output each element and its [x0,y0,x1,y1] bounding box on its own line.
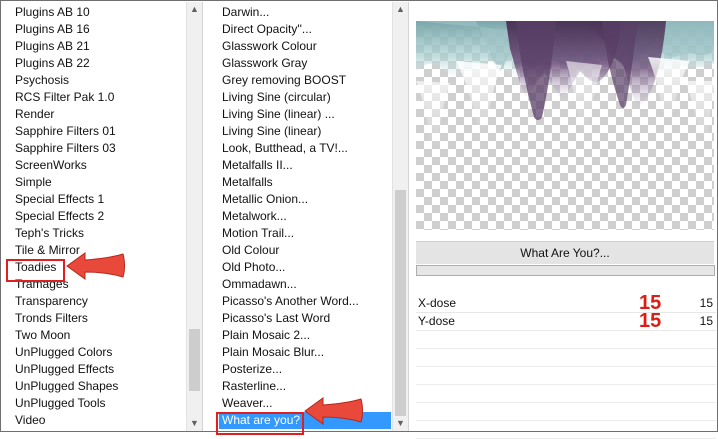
chevron-down-icon[interactable]: ▼ [393,416,408,431]
empty-param-row [416,385,716,403]
list-item[interactable]: Metalwork... [219,208,391,225]
scrollbar-thumb[interactable] [395,190,406,416]
list-item[interactable]: Special Effects 2 [12,208,186,225]
chevron-up-icon[interactable]: ▲ [393,2,408,17]
list-item[interactable]: Old Photo... [219,259,391,276]
list-item[interactable]: Darwin... [219,4,391,21]
empty-param-row [416,367,716,385]
list-item[interactable]: Plain Mosaic 2... [219,327,391,344]
list-item[interactable]: Motion Trail... [219,225,391,242]
list-item[interactable]: UnPlugged Shapes [12,378,186,395]
list-item[interactable]: Video [12,412,186,429]
filter-list[interactable]: Darwin... Direct Opacity''... Glasswork Co… [219,4,391,430]
empty-param-row [416,403,716,421]
list-item[interactable]: RCS Filter Pak 1.0 [12,89,186,106]
list-item[interactable]: Glasswork Gray [219,55,391,72]
list-item[interactable]: Two Moon [12,327,186,344]
list-item[interactable]: Old Colour [219,242,391,259]
list-item[interactable]: Living Sine (linear) ... [219,106,391,123]
list-item[interactable]: Sapphire Filters 01 [12,123,186,140]
list-item[interactable]: Sapphire Filters 03 [12,140,186,157]
list-item[interactable]: Plain Mosaic Blur... [219,344,391,361]
list-item[interactable]: Look, Butthead, a TV!... [219,140,391,157]
list-item[interactable]: Plugins AB 10 [12,4,186,21]
divider [202,2,203,431]
param-value[interactable]: 15 [700,295,713,312]
list-item[interactable]: Ommadawn... [219,276,391,293]
red-arrow-icon [66,252,125,280]
list-item[interactable]: Simple [12,174,186,191]
list-item[interactable]: ScreenWorks [12,157,186,174]
list-item[interactable]: Teph's Tricks [12,225,186,242]
category-list[interactable]: Plugins AB 10 Plugins AB 16 Plugins AB 21 P… [12,4,186,430]
list-item[interactable]: Metalfalls II... [219,157,391,174]
list-item[interactable]: Plugins AB 16 [12,21,186,38]
list-item[interactable]: Living Sine (linear) [219,123,391,140]
list-item[interactable]: UnPlugged Colors [12,344,186,361]
filter-scrollbar[interactable]: ▲ ▼ [392,2,408,431]
list-item[interactable]: Transparency [12,293,186,310]
param-row-x-dose[interactable]: X-dose 15 15 [416,292,716,314]
empty-param-row [416,421,716,439]
progress-bar [416,265,715,276]
list-item[interactable]: Plugins AB 22 [12,55,186,72]
list-item[interactable]: Picasso's Another Word... [219,293,391,310]
param-annotation: 15 [639,310,662,332]
list-item[interactable]: Tronds Filters [12,310,186,327]
chevron-up-icon[interactable]: ▲ [187,2,202,17]
param-value[interactable]: 15 [700,313,713,330]
list-item[interactable]: Psychosis [12,72,186,89]
effect-preview [416,21,714,230]
list-item[interactable]: Picasso's Last Word [219,310,391,327]
param-label: X-dose [418,296,457,310]
list-item[interactable]: Special Effects 1 [12,191,186,208]
red-arrow-icon [304,397,363,425]
empty-param-row [416,331,716,349]
category-scrollbar[interactable]: ▲ ▼ [186,2,202,431]
effect-title-bar: What Are You?... [416,241,714,264]
list-item[interactable]: Metallic Onion... [219,191,391,208]
chevron-down-icon[interactable]: ▼ [187,416,202,431]
list-item[interactable]: Living Sine (circular) [219,89,391,106]
effect-title: What Are You?... [520,246,610,260]
param-label: Y-dose [418,314,455,328]
list-item[interactable]: Render [12,106,186,123]
preview-image [416,21,714,146]
list-item[interactable]: Plugins AB 21 [12,38,186,55]
filters-dialog: Plugins AB 10 Plugins AB 16 Plugins AB 21 P… [0,0,718,439]
scrollbar-thumb[interactable] [189,329,200,391]
list-item[interactable]: UnPlugged Tools [12,395,186,412]
list-item[interactable]: Rasterline... [219,378,391,395]
list-item[interactable]: Glasswork Colour [219,38,391,55]
parameter-list: X-dose 15 15 Y-dose 15 15 [416,292,716,439]
list-item[interactable]: Posterize... [219,361,391,378]
list-item[interactable]: UnPlugged Effects [12,361,186,378]
empty-param-row [416,349,716,367]
annotation-highlight-category [6,259,65,282]
list-item[interactable]: Direct Opacity''... [219,21,391,38]
list-item[interactable]: Grey removing BOOST [219,72,391,89]
list-item[interactable]: Metalfalls [219,174,391,191]
param-row-y-dose[interactable]: Y-dose 15 15 [416,310,716,332]
divider [408,2,409,431]
